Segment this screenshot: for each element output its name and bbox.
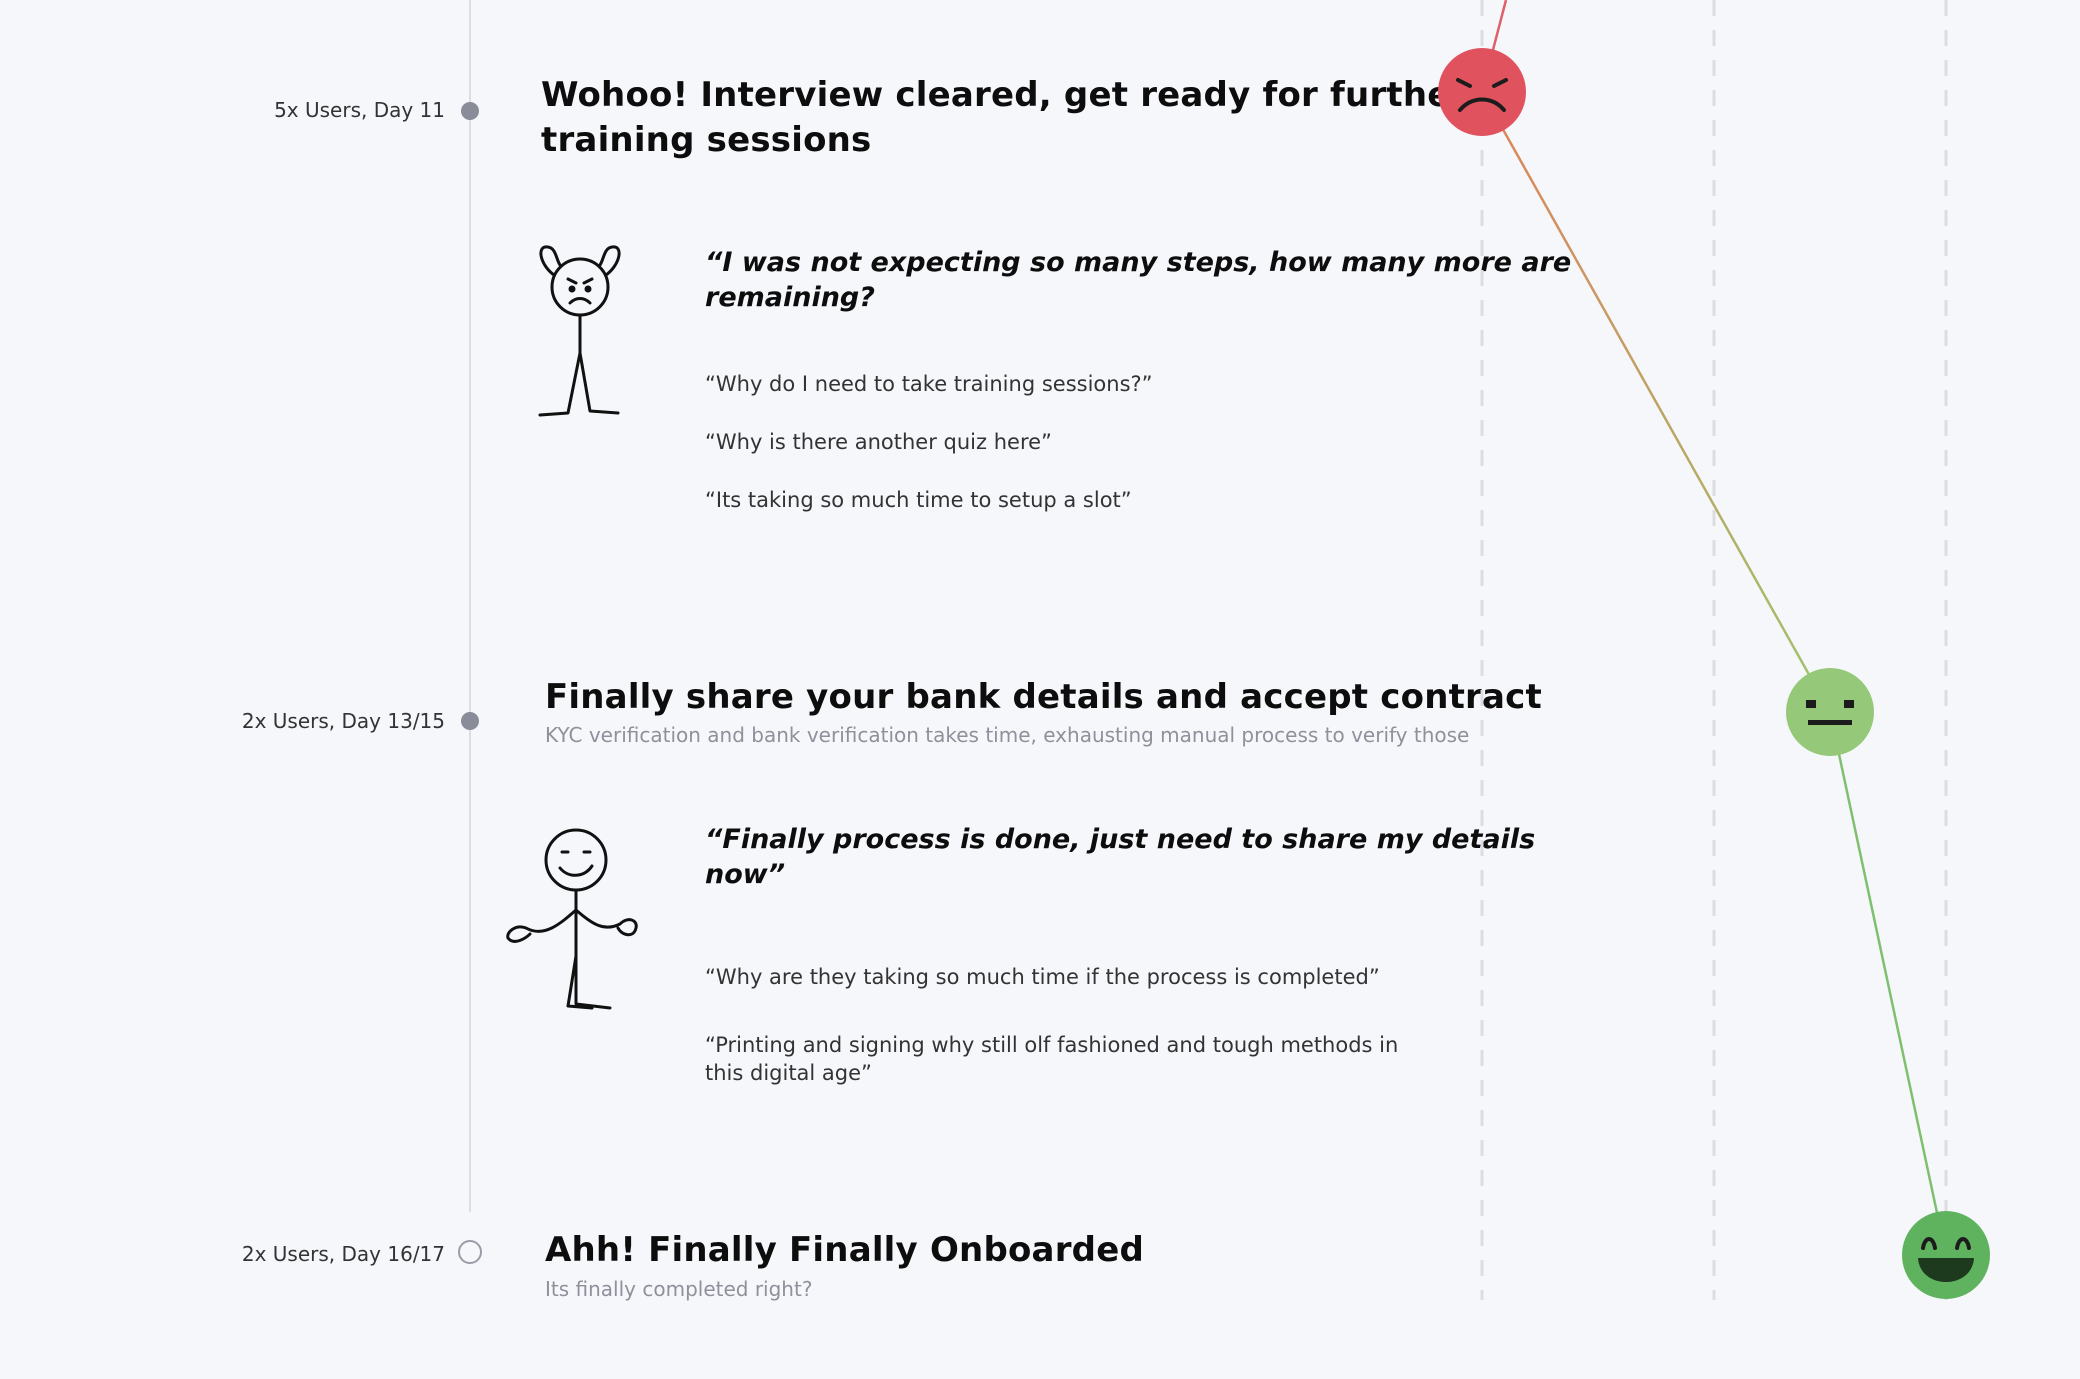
emotion-line-sad-to-neutral <box>1480 91 1832 713</box>
emotion-column-guides <box>1480 0 1948 1300</box>
sad-face-icon <box>1438 48 1526 136</box>
emotion-curve-graph <box>1438 0 1990 1300</box>
emotion-line-neutral-to-happy <box>1828 711 1948 1256</box>
happy-face-icon <box>1902 1211 1990 1299</box>
neutral-face-icon <box>1786 668 1874 756</box>
